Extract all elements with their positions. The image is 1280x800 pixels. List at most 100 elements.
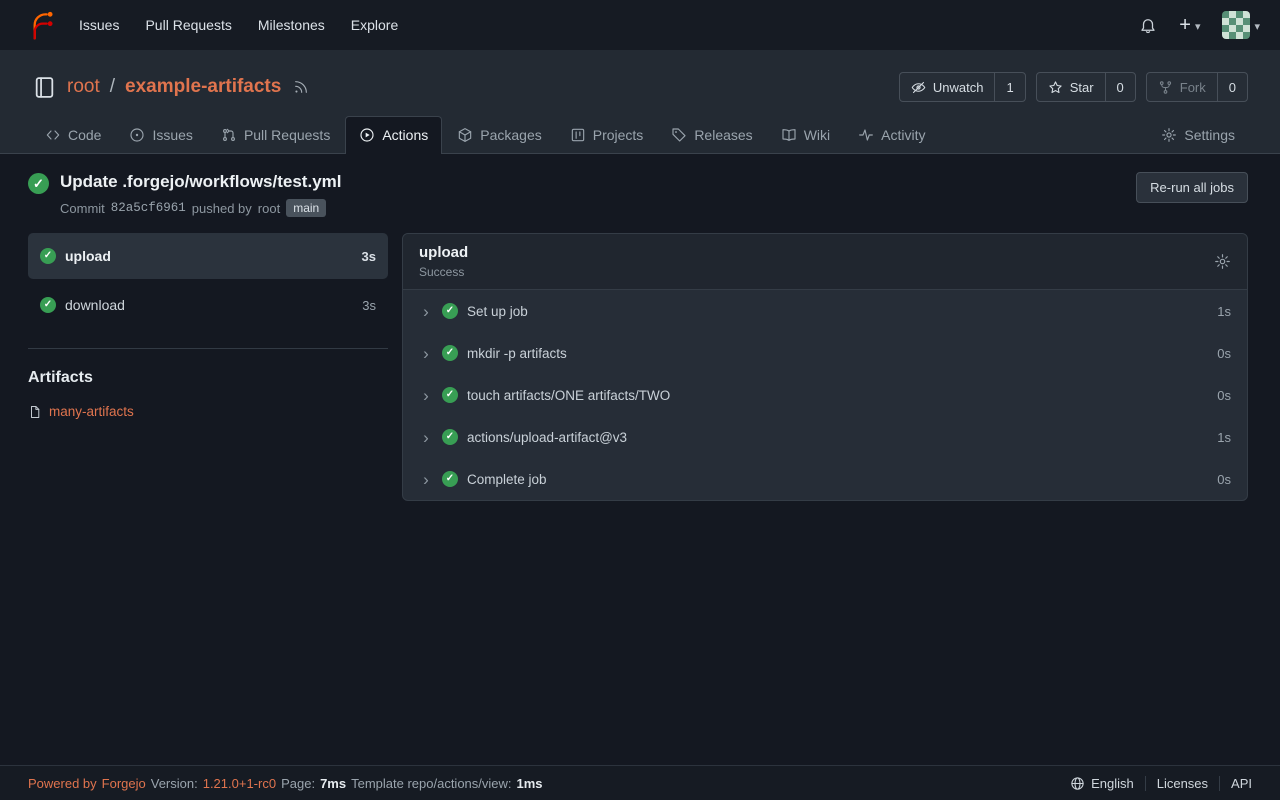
play-circle-icon bbox=[359, 127, 375, 143]
job-detail-header: upload Success bbox=[403, 234, 1247, 290]
step-row[interactable]: actions/upload-artifact@v3 1s bbox=[403, 416, 1247, 458]
step-success-icon bbox=[442, 429, 458, 445]
footer-left: Powered by Forgejo Version: 1.21.0+1-rc0… bbox=[28, 776, 543, 791]
forgejo-logo[interactable] bbox=[24, 9, 56, 41]
version-link[interactable]: 1.21.0+1-rc0 bbox=[203, 776, 276, 791]
tab-wiki[interactable]: Wiki bbox=[768, 117, 843, 154]
steps-list: Set up job 1s mkdir -p artifacts 0s touc… bbox=[403, 290, 1247, 500]
actions-run-view: Update .forgejo/workflows/test.yml Commi… bbox=[0, 154, 1280, 765]
step-row[interactable]: touch artifacts/ONE artifacts/TWO 0s bbox=[403, 374, 1247, 416]
job-success-icon bbox=[40, 248, 56, 264]
tab-code[interactable]: Code bbox=[32, 117, 114, 154]
pusher-link[interactable]: root bbox=[258, 201, 280, 216]
step-success-icon bbox=[442, 303, 458, 319]
issue-icon bbox=[129, 127, 145, 143]
repo-owner-link[interactable]: root bbox=[67, 76, 100, 98]
gear-icon bbox=[1161, 127, 1177, 143]
repo-header: root / example-artifacts Unwatch 1 bbox=[0, 50, 1280, 154]
powered-by-link[interactable]: Powered by bbox=[28, 776, 97, 791]
step-duration: 1s bbox=[1217, 430, 1231, 445]
project-board-icon bbox=[570, 127, 586, 143]
nav-explore[interactable]: Explore bbox=[338, 0, 411, 50]
licenses-link[interactable]: Licenses bbox=[1145, 776, 1219, 791]
repo-icon bbox=[32, 75, 57, 100]
nav-milestones[interactable]: Milestones bbox=[245, 0, 338, 50]
code-icon bbox=[45, 127, 61, 143]
page-time-value: 7ms bbox=[320, 776, 346, 791]
step-row[interactable]: mkdir -p artifacts 0s bbox=[403, 332, 1247, 374]
package-icon bbox=[457, 127, 473, 143]
rss-icon bbox=[293, 79, 309, 95]
job-item-download[interactable]: download 3s bbox=[28, 282, 388, 328]
step-row[interactable]: Complete job 0s bbox=[403, 458, 1247, 500]
repo-path-separator: / bbox=[110, 76, 115, 98]
unwatch-button[interactable]: Unwatch 1 bbox=[899, 72, 1026, 102]
step-success-icon bbox=[442, 345, 458, 361]
chevron-right-icon bbox=[419, 303, 433, 320]
tab-releases[interactable]: Releases bbox=[658, 117, 765, 154]
bell-icon bbox=[1139, 16, 1157, 34]
job-detail-panel: upload Success Set up job 1s mkdir -p bbox=[402, 233, 1248, 501]
tab-pull-requests[interactable]: Pull Requests bbox=[208, 117, 343, 154]
tab-issues[interactable]: Issues bbox=[116, 117, 205, 154]
branch-badge[interactable]: main bbox=[286, 199, 326, 217]
nav-pull-requests[interactable]: Pull Requests bbox=[132, 0, 244, 50]
chevron-right-icon bbox=[419, 345, 433, 362]
gear-icon bbox=[1214, 253, 1231, 270]
forgejo-link[interactable]: Forgejo bbox=[102, 776, 146, 791]
book-icon bbox=[781, 127, 797, 143]
star-button[interactable]: Star 0 bbox=[1036, 72, 1136, 102]
run-success-icon bbox=[28, 173, 49, 194]
jobs-sidebar: upload 3s download 3s Artifacts many-art… bbox=[28, 233, 388, 419]
chevron-right-icon bbox=[419, 471, 433, 488]
job-item-upload[interactable]: upload 3s bbox=[28, 233, 388, 279]
stars-count[interactable]: 0 bbox=[1105, 73, 1135, 101]
job-success-icon bbox=[40, 297, 56, 313]
watchers-count[interactable]: 1 bbox=[994, 73, 1024, 101]
tab-packages[interactable]: Packages bbox=[444, 117, 554, 154]
commit-line: Commit 82a5cf6961 pushed by root main bbox=[60, 199, 342, 217]
create-new-menu[interactable] bbox=[1179, 15, 1200, 35]
pull-request-icon bbox=[221, 127, 237, 143]
step-row[interactable]: Set up job 1s bbox=[403, 290, 1247, 332]
job-duration: 3s bbox=[362, 249, 376, 264]
step-success-icon bbox=[442, 387, 458, 403]
page-footer: Powered by Forgejo Version: 1.21.0+1-rc0… bbox=[0, 765, 1280, 800]
language-selector[interactable]: English bbox=[1059, 776, 1145, 791]
notifications-button[interactable] bbox=[1139, 16, 1157, 34]
nav-issues[interactable]: Issues bbox=[66, 0, 132, 50]
eye-slash-icon bbox=[911, 80, 926, 95]
job-options-button[interactable] bbox=[1214, 253, 1231, 270]
tab-settings[interactable]: Settings bbox=[1148, 117, 1248, 154]
repo-actions: Unwatch 1 Star 0 bbox=[899, 72, 1248, 102]
forks-count[interactable]: 0 bbox=[1217, 73, 1247, 101]
chevron-down-icon bbox=[1254, 17, 1260, 33]
artifact-link[interactable]: many-artifacts bbox=[28, 404, 388, 419]
repo-name-link[interactable]: example-artifacts bbox=[125, 76, 281, 98]
step-duration: 1s bbox=[1217, 304, 1231, 319]
step-duration: 0s bbox=[1217, 388, 1231, 403]
forgejo-logo-icon bbox=[24, 9, 56, 41]
chevron-right-icon bbox=[419, 429, 433, 446]
run-header: Update .forgejo/workflows/test.yml Commi… bbox=[28, 172, 1248, 217]
step-success-icon bbox=[442, 471, 458, 487]
commit-prefix: Commit bbox=[60, 201, 105, 216]
job-duration: 3s bbox=[362, 298, 376, 313]
commit-sha-link[interactable]: 82a5cf6961 bbox=[111, 201, 186, 215]
rerun-all-jobs-button[interactable]: Re-run all jobs bbox=[1136, 172, 1248, 203]
fork-label: Fork bbox=[1180, 80, 1206, 95]
page-time-label: Page: bbox=[281, 776, 315, 791]
fork-button[interactable]: Fork 0 bbox=[1146, 72, 1248, 102]
api-link[interactable]: API bbox=[1219, 776, 1252, 791]
navbar-right bbox=[1139, 11, 1260, 39]
rss-feed-button[interactable] bbox=[293, 79, 309, 95]
tab-actions[interactable]: Actions bbox=[345, 116, 442, 154]
step-duration: 0s bbox=[1217, 346, 1231, 361]
tag-icon bbox=[671, 127, 687, 143]
top-navbar: Issues Pull Requests Milestones Explore bbox=[0, 0, 1280, 50]
version-label: Version: bbox=[151, 776, 198, 791]
tab-activity[interactable]: Activity bbox=[845, 117, 938, 154]
template-time-label: Template repo/actions/view: bbox=[351, 776, 511, 791]
user-menu[interactable] bbox=[1222, 11, 1260, 39]
tab-projects[interactable]: Projects bbox=[557, 117, 657, 154]
